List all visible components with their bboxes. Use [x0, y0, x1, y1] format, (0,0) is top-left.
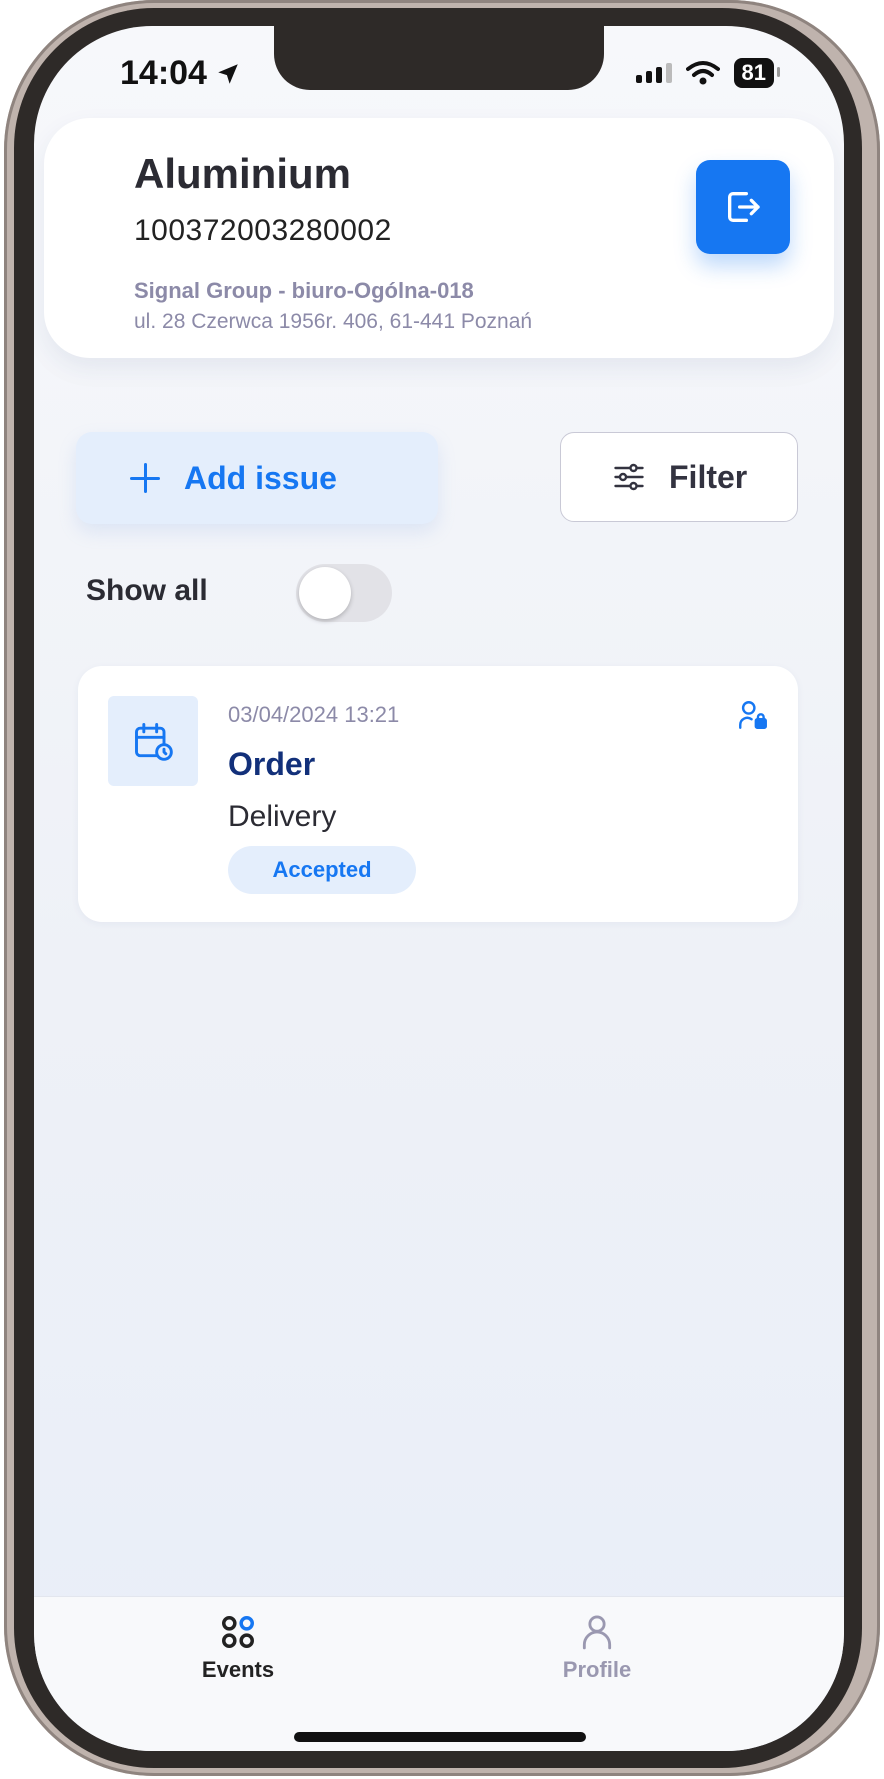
location-header-card: Aluminium 100372003280002 Signal Group -… [44, 118, 834, 358]
location-code: 100372003280002 [134, 214, 392, 247]
tab-profile[interactable]: Profile [497, 1613, 697, 1683]
notch [274, 26, 604, 90]
show-all-label: Show all [86, 574, 208, 607]
filter-button[interactable]: Filter [560, 432, 798, 522]
add-issue-label: Add issue [184, 459, 337, 496]
event-card[interactable]: 03/04/2024 13:21 Order Delivery Accepted [78, 666, 798, 922]
location-arrow-icon [218, 63, 238, 84]
plus-icon [130, 463, 160, 493]
bottom-tab-bar: Events Profile [34, 1596, 844, 1751]
logout-button[interactable] [696, 160, 790, 254]
logout-icon [728, 192, 760, 222]
company-name: Signal Group - biuro-Ogólna-018 [134, 278, 474, 303]
battery-icon: 81 [733, 58, 781, 88]
sliders-icon [614, 463, 644, 491]
status-time-label: 14:04 [120, 54, 207, 92]
status-indicators: 81 [635, 58, 781, 88]
tab-events[interactable]: Events [138, 1613, 338, 1683]
grid-icon [222, 1616, 254, 1648]
home-indicator [294, 1732, 586, 1742]
event-title: Order [228, 746, 316, 782]
toggle-knob [299, 567, 351, 619]
status-badge: Accepted [228, 846, 416, 894]
wifi-icon [685, 61, 720, 85]
event-type-badge [108, 696, 198, 786]
add-issue-button[interactable]: Add issue [76, 432, 438, 524]
battery-level: 81 [741, 60, 766, 85]
status-time: 14:04 [120, 54, 241, 93]
app-screen: 14:04 81 Aluminium 100372003280002 Signa… [34, 26, 844, 1751]
user-lock-icon[interactable] [736, 698, 770, 732]
company-address: ul. 28 Czerwca 1956r. 406, 61-441 Poznań [134, 310, 533, 333]
tab-profile-label: Profile [562, 1657, 632, 1682]
calendar-clock-icon [135, 723, 173, 761]
cellular-signal-icon [635, 63, 672, 83]
event-subtitle: Delivery [228, 800, 337, 833]
show-all-toggle[interactable] [296, 564, 392, 622]
location-title: Aluminium [134, 150, 351, 197]
person-icon [582, 1615, 612, 1650]
tab-events-label: Events [201, 1657, 275, 1682]
filter-label: Filter [669, 458, 748, 495]
event-date: 03/04/2024 13:21 [228, 702, 400, 727]
